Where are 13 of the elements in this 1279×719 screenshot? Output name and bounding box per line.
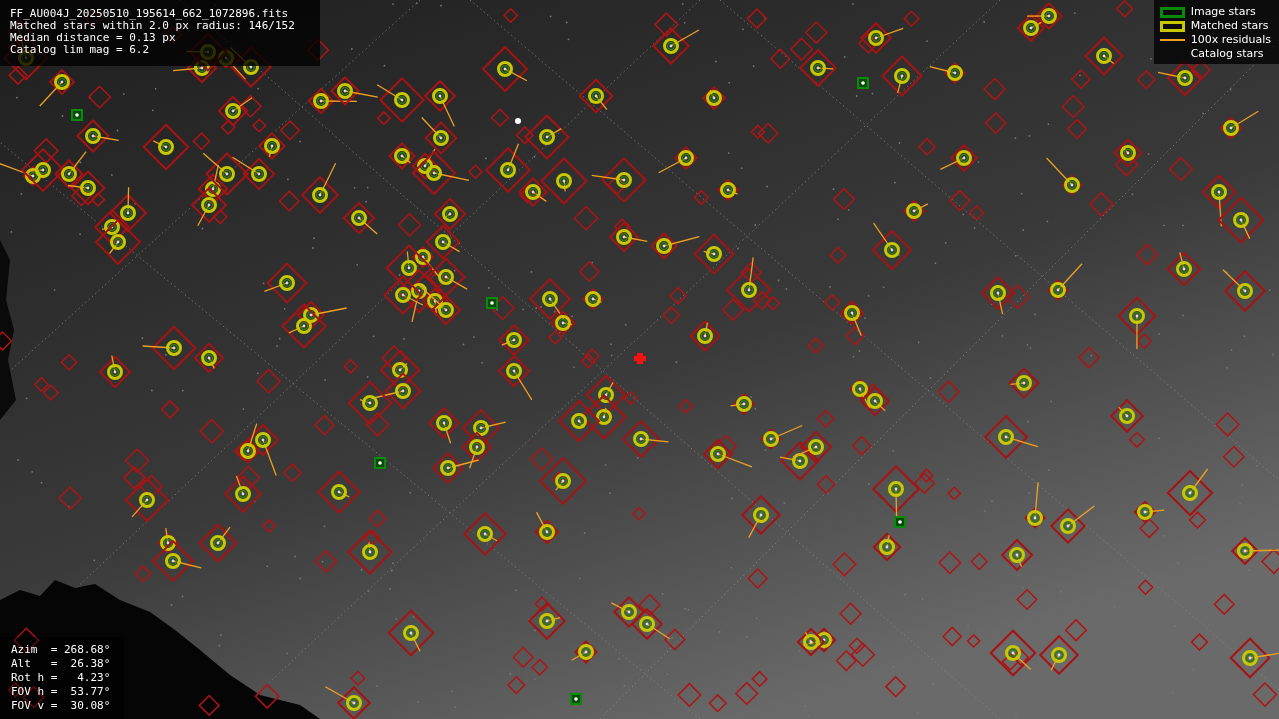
info-line: Catalog lim mag = 6.2 (10, 44, 151, 56)
pointing-line: Rot h = 4.23° (11, 671, 111, 685)
info-line: FF_AU004J_20250510_195614_662_1072896.fits (10, 8, 290, 20)
pointing-line: FOV v = 30.08° (11, 699, 111, 713)
pointing-line: Alt = 26.38° (11, 657, 111, 671)
legend-label: Image stars (1190, 5, 1256, 19)
info-line: Matched stars within 2.0 px radius: 146/152 (10, 20, 296, 32)
pointing-line: FOV h = 53.77° (11, 685, 111, 699)
legend-label: 100x residuals (1190, 33, 1271, 47)
info-line: Median distance = 0.13 px (10, 32, 177, 44)
pointing-line: Azim = 268.68° (11, 643, 111, 657)
legend-label: Matched stars (1190, 19, 1269, 33)
legend-label: Catalog stars (1190, 47, 1264, 61)
